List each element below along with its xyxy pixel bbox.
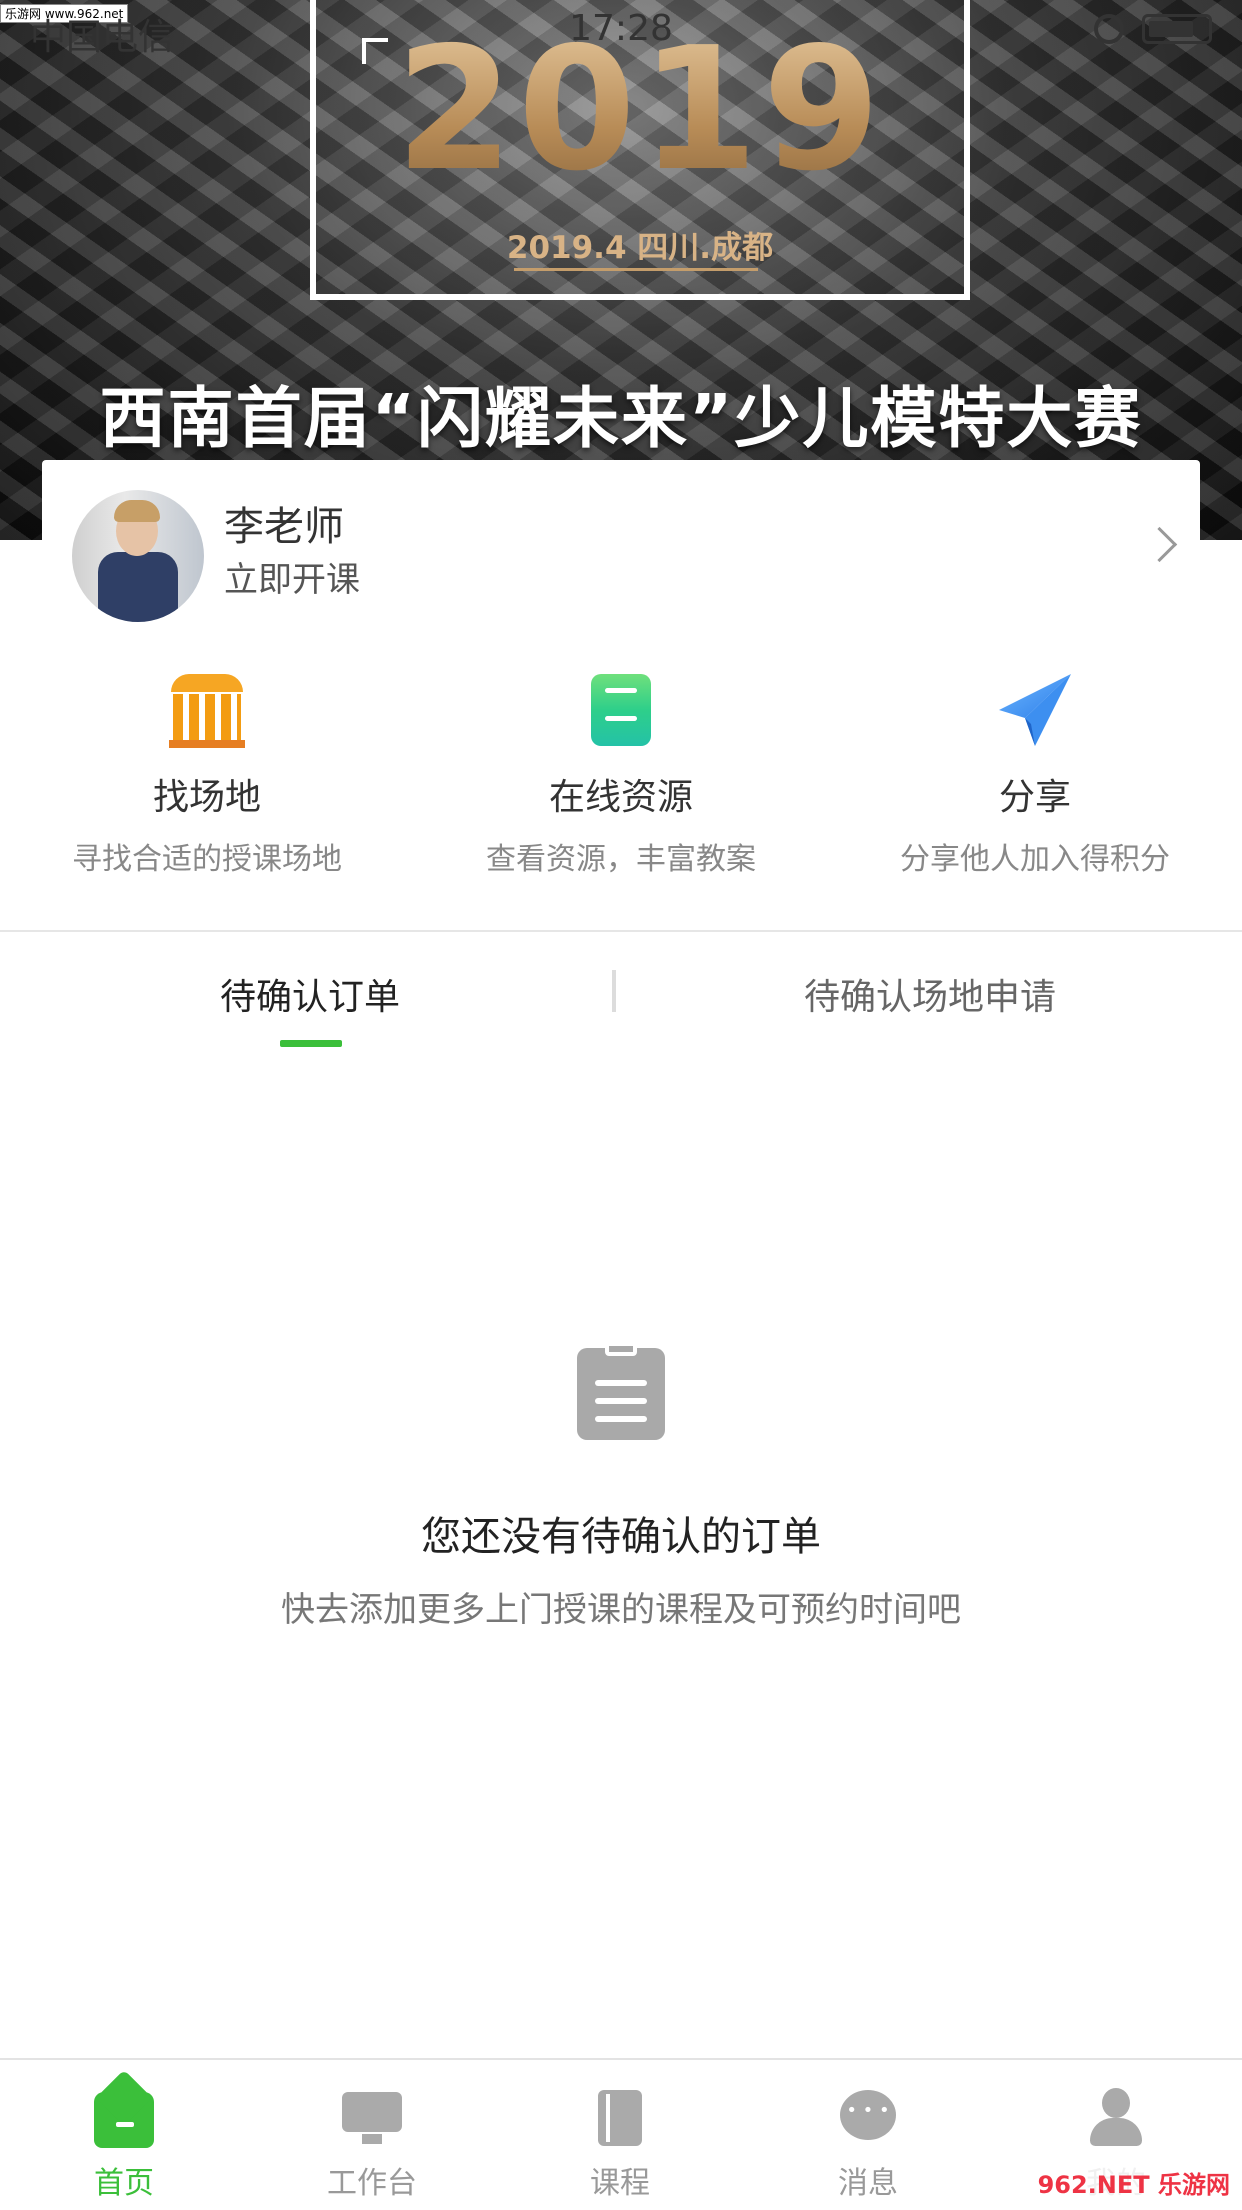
battery-icon (1142, 14, 1212, 44)
nav-label: 工作台 (327, 2166, 417, 2201)
feature-subtitle: 分享他人加入得积分 (900, 842, 1170, 877)
active-tab-indicator (280, 1040, 342, 1047)
user-icon (1084, 2088, 1148, 2148)
book-icon (588, 2088, 652, 2148)
status-bar: 乐游网 www.962.net 中国电信 17:28 (0, 0, 1242, 62)
section-divider (0, 930, 1242, 932)
bottom-navigation: 首页 工作台 课程 消息 我的 962.NET 乐游网 (0, 2058, 1242, 2210)
feature-online-resources[interactable]: 在线资源 查看资源，丰富教案 (414, 670, 828, 878)
teacher-profile-card[interactable]: 李老师 立即开课 (42, 460, 1200, 630)
avatar-hair (114, 500, 160, 522)
empty-state-title: 您还没有待确认的订单 (421, 1514, 821, 1560)
banner-headline: 西南首届“闪耀未来”少儿模特大赛 (99, 380, 1143, 457)
banner-date-location: 2019.4 四川.成都 (506, 230, 774, 266)
chevron-right-icon[interactable] (1141, 526, 1178, 563)
bottom-watermark: 962.NET 乐游网 (1031, 2163, 1236, 2202)
nav-label: 消息 (838, 2166, 898, 2201)
nav-label: 首页 (94, 2166, 154, 2201)
nav-home[interactable]: 首页 (0, 2088, 248, 2202)
feature-title: 分享 (998, 777, 1071, 818)
empty-state-description: 快去添加更多上门授课的课程及可预约时间吧 (281, 1590, 961, 1630)
feature-subtitle: 查看资源，丰富教案 (486, 842, 756, 877)
status-time: 17:28 (569, 8, 673, 49)
rotation-lock-icon (1094, 14, 1124, 44)
nav-label: 课程 (590, 2166, 650, 2201)
feature-share[interactable]: 分享 分享他人加入得积分 (828, 670, 1242, 878)
desktop-icon (340, 2088, 404, 2148)
banner-underline (514, 268, 758, 271)
share-icon (995, 670, 1075, 750)
promo-banner[interactable]: 2019 2019.4 四川.成都 西南首届“闪耀未来”少儿模特大赛 (0, 0, 1242, 540)
feature-title: 在线资源 (548, 777, 693, 818)
tab-pending-venue-requests[interactable]: 待确认场地申请 (620, 968, 1240, 1020)
tab-pending-orders[interactable]: 待确认订单 (0, 968, 620, 1020)
feature-find-venue[interactable]: 找场地 寻找合适的授课场地 (0, 670, 414, 878)
venue-icon (167, 670, 247, 750)
nav-messages[interactable]: 消息 (744, 2088, 992, 2202)
avatar[interactable] (72, 490, 204, 622)
nav-workbench[interactable]: 工作台 (248, 2088, 496, 2202)
nav-courses[interactable]: 课程 (496, 2088, 744, 2202)
home-icon (92, 2088, 156, 2148)
clipboard-icon (577, 1342, 665, 1440)
avatar-body (98, 552, 178, 622)
tab-separator (612, 970, 616, 1012)
resource-icon (581, 670, 661, 750)
teacher-name: 李老师 (224, 504, 344, 550)
feature-title: 找场地 (152, 777, 261, 818)
start-class-label: 立即开课 (224, 560, 360, 600)
feature-subtitle: 寻找合适的授课场地 (72, 842, 342, 877)
message-icon (836, 2088, 900, 2148)
